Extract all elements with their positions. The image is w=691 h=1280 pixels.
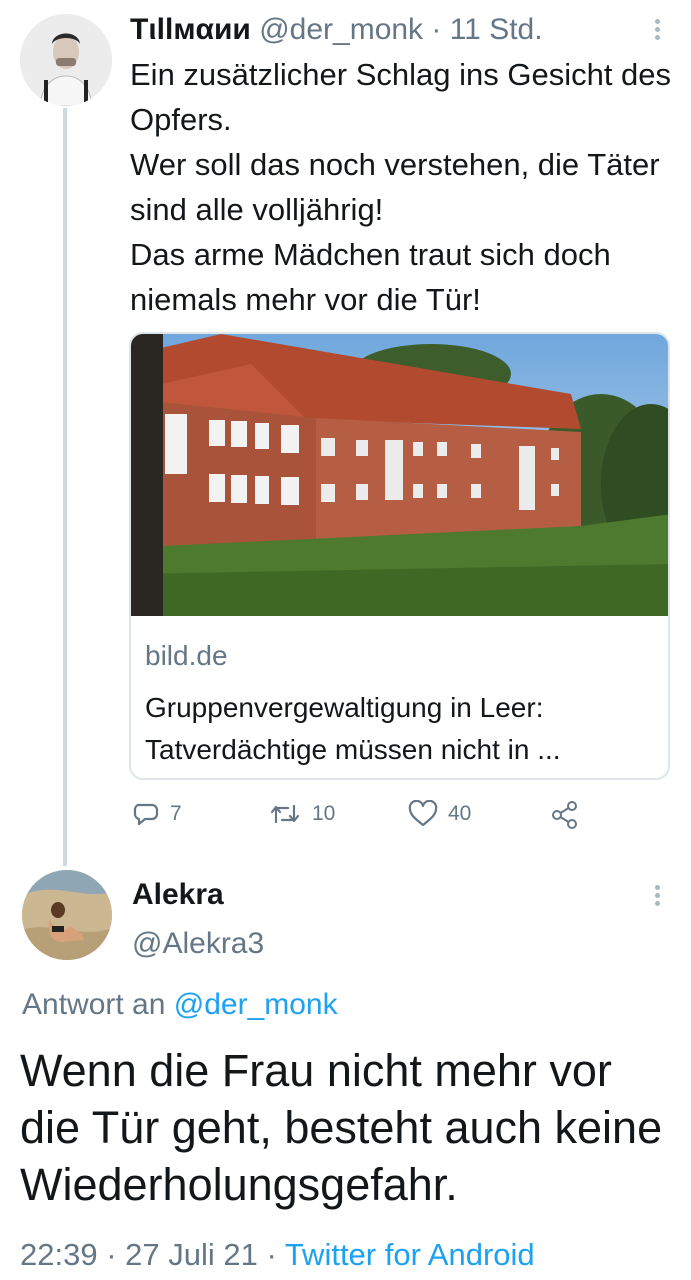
tweet-actions: 7 10 40	[130, 800, 675, 834]
author-handle[interactable]: @Alekra3	[132, 925, 264, 963]
more-vertical-icon[interactable]	[647, 882, 667, 912]
share-icon	[552, 801, 577, 829]
tweet-header: Tιllмαии @der_monk · 11 Std.	[130, 10, 543, 50]
thread-connector-line	[63, 108, 67, 866]
tweet-text: Ein zusätzlicher Schlag ins Gesicht des …	[130, 57, 672, 317]
tweet-timestamp: 22:39 · 27 Juli 21 ·	[20, 1237, 285, 1272]
like-count: 40	[448, 802, 472, 825]
tweet-text: Wenn die Frau nicht mehr vor die Tür geh…	[20, 1045, 663, 1210]
like-button[interactable]: 40	[408, 800, 471, 828]
reply-context: Antwort an @der_monk	[22, 986, 338, 1024]
tweet-time: · 11 Std.	[423, 13, 543, 46]
reply-button[interactable]: 7	[132, 800, 182, 828]
retweet-count: 10	[312, 802, 336, 825]
link-card[interactable]: bild.de Gruppenvergewaltigung in Leer: T…	[129, 332, 670, 780]
avatar-der-monk[interactable]	[20, 14, 112, 106]
card-domain: bild.de	[145, 640, 228, 671]
more-vertical-icon[interactable]	[647, 16, 667, 46]
retweet-button[interactable]: 10	[268, 800, 335, 828]
card-image	[131, 334, 668, 616]
reply-mention-link[interactable]: @der_monk	[174, 988, 338, 1021]
reply-icon	[133, 803, 159, 826]
author-name[interactable]: Alekra	[132, 876, 224, 914]
tweet-source-link[interactable]: Twitter for Android	[285, 1237, 535, 1272]
author-handle[interactable]: @der_monk	[259, 13, 423, 46]
card-title: Gruppenvergewaltigung in Leer: Tatverdäc…	[145, 692, 561, 765]
reply-count: 7	[170, 802, 182, 825]
tweet-footer: 22:39 · 27 Juli 21 · Twitter for Android	[20, 1236, 535, 1274]
avatar-alekra[interactable]	[22, 870, 112, 960]
heart-icon	[408, 800, 438, 827]
author-name[interactable]: Tιllмαии	[130, 13, 251, 46]
reply-prefix: Antwort an	[22, 988, 174, 1021]
share-button[interactable]	[550, 800, 580, 830]
retweet-icon	[270, 804, 300, 824]
